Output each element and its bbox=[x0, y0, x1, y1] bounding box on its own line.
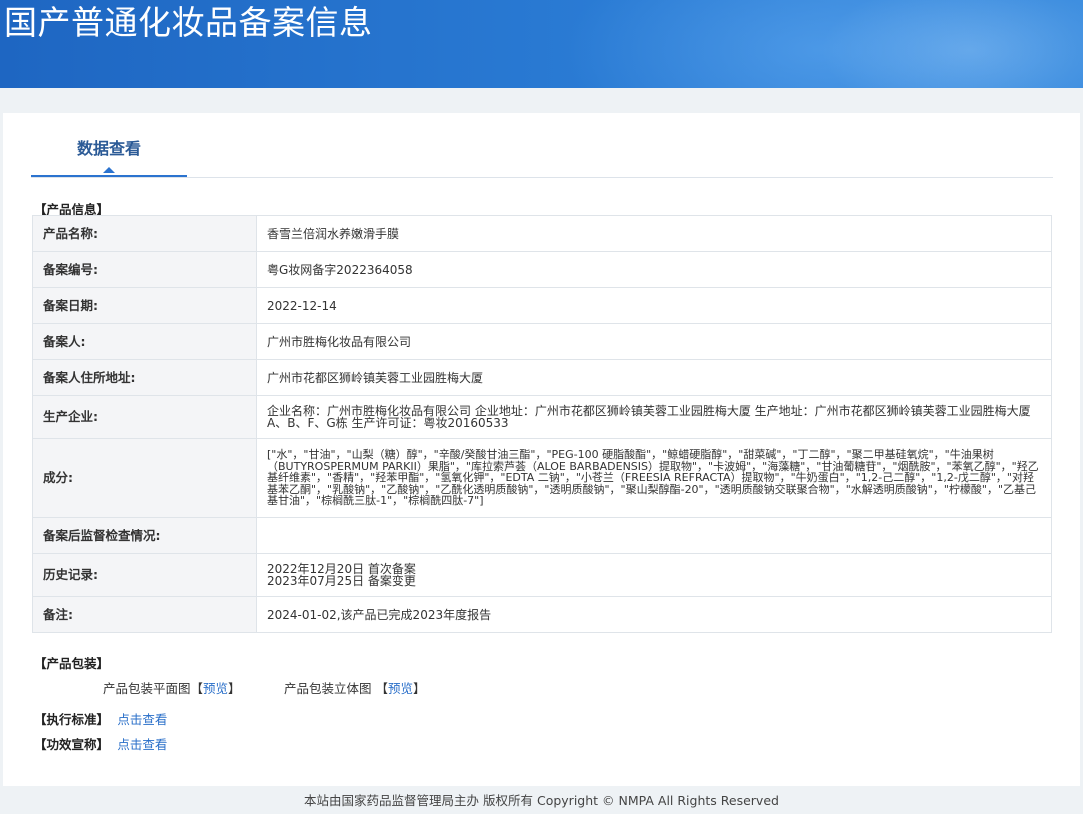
history-entry-2: 2023年07月25日 备案变更 bbox=[267, 574, 416, 588]
row-value-history: 2022年12月20日 首次备案 2023年07月25日 备案变更 bbox=[256, 553, 1052, 597]
tab-bar: 数据查看 bbox=[31, 133, 1053, 178]
table-row: 备案日期: 2022-12-14 bbox=[32, 287, 1052, 324]
efficacy-view-link[interactable]: 点击查看 bbox=[117, 737, 167, 752]
row-value-remarks: 2024-01-02,该产品已完成2023年度报告 bbox=[256, 596, 1052, 633]
row-key-manufacturer: 生产企业: bbox=[32, 395, 257, 439]
table-row: 备案人: 广州市胜梅化妆品有限公司 bbox=[32, 323, 1052, 360]
page-title: 国产普通化妆品备案信息 bbox=[4, 3, 373, 42]
packaging-solid-label: 产品包装立体图 bbox=[284, 681, 372, 696]
table-row: 备案后监督检查情况: bbox=[32, 517, 1052, 554]
row-value-registrant: 广州市胜梅化妆品有限公司 bbox=[256, 323, 1052, 360]
page-header: 国产普通化妆品备案信息 bbox=[0, 0, 1083, 88]
header-decoration-2 bbox=[820, 0, 1083, 88]
tab-caret-icon bbox=[103, 167, 115, 173]
row-value-registrant-address: 广州市花都区狮岭镇芙蓉工业园胜梅大厦 bbox=[256, 359, 1052, 396]
table-row: 产品名称: 香雪兰倍润水养嫩滑手膜 bbox=[32, 215, 1052, 252]
row-key-record-date: 备案日期: bbox=[32, 287, 257, 324]
efficacy-label-text: 【功效宣称】 bbox=[34, 737, 110, 752]
standard-view-link[interactable]: 点击查看 bbox=[117, 712, 167, 727]
packaging-label: 【产品包装】 bbox=[34, 656, 110, 671]
packaging-flat-label: 产品包装平面图 bbox=[103, 681, 191, 696]
efficacy-label: 【功效宣称】 点击查看 bbox=[34, 734, 167, 753]
row-value-post-inspection bbox=[256, 517, 1052, 554]
row-value-ingredients: ["水"，"甘油"，"山梨（糖）醇"，"辛酸/癸酸甘油三酯"，"PEG-100 … bbox=[256, 438, 1052, 518]
row-key-ingredients: 成分: bbox=[32, 438, 257, 518]
packaging-flat-preview-link[interactable]: 预览 bbox=[203, 681, 228, 696]
row-key-product-name: 产品名称: bbox=[32, 215, 257, 252]
row-key-record-number: 备案编号: bbox=[32, 251, 257, 288]
packaging-solid-preview-link[interactable]: 预览 bbox=[388, 681, 413, 696]
table-row: 历史记录: 2022年12月20日 首次备案 2023年07月25日 备案变更 bbox=[32, 553, 1052, 597]
content-panel: 数据查看 【产品信息】 产品名称: 香雪兰倍润水养嫩滑手膜 备案编号: 粤G妆网… bbox=[3, 113, 1080, 786]
standard-label: 【执行标准】 点击查看 bbox=[34, 709, 167, 728]
table-row: 备案编号: 粤G妆网备字2022364058 bbox=[32, 251, 1052, 288]
row-key-registrant: 备案人: bbox=[32, 323, 257, 360]
table-row: 生产企业: 企业名称：广州市胜梅化妆品有限公司 企业地址：广州市花都区狮岭镇芙蓉… bbox=[32, 395, 1052, 439]
row-value-manufacturer: 企业名称：广州市胜梅化妆品有限公司 企业地址：广州市花都区狮岭镇芙蓉工业园胜梅大… bbox=[256, 395, 1052, 439]
row-value-product-name: 香雪兰倍润水养嫩滑手膜 bbox=[256, 215, 1052, 252]
packaging-flat-item: 产品包装平面图【预览】 bbox=[103, 681, 241, 696]
table-row: 备案人住所地址: 广州市花都区狮岭镇芙蓉工业园胜梅大厦 bbox=[32, 359, 1052, 396]
row-value-record-date: 2022-12-14 bbox=[256, 287, 1052, 324]
table-row: 备注: 2024-01-02,该产品已完成2023年度报告 bbox=[32, 596, 1052, 633]
row-key-registrant-address: 备案人住所地址: bbox=[32, 359, 257, 396]
table-row: 成分: ["水"，"甘油"，"山梨（糖）醇"，"辛酸/癸酸甘油三酯"，"PEG-… bbox=[32, 438, 1052, 518]
row-key-remarks: 备注: bbox=[32, 596, 257, 633]
packaging-solid-item: 产品包装立体图 【预览】 bbox=[284, 681, 426, 696]
row-value-record-number: 粤G妆网备字2022364058 bbox=[256, 251, 1052, 288]
product-info-table: 产品名称: 香雪兰倍润水养嫩滑手膜 备案编号: 粤G妆网备字2022364058… bbox=[32, 215, 1052, 633]
footer-copyright: 本站由国家药品监督管理局主办 版权所有 Copyright © NMPA All… bbox=[304, 793, 779, 808]
row-key-post-inspection: 备案后监督检查情况: bbox=[32, 517, 257, 554]
standard-label-text: 【执行标准】 bbox=[34, 712, 110, 727]
row-key-history: 历史记录: bbox=[32, 553, 257, 597]
